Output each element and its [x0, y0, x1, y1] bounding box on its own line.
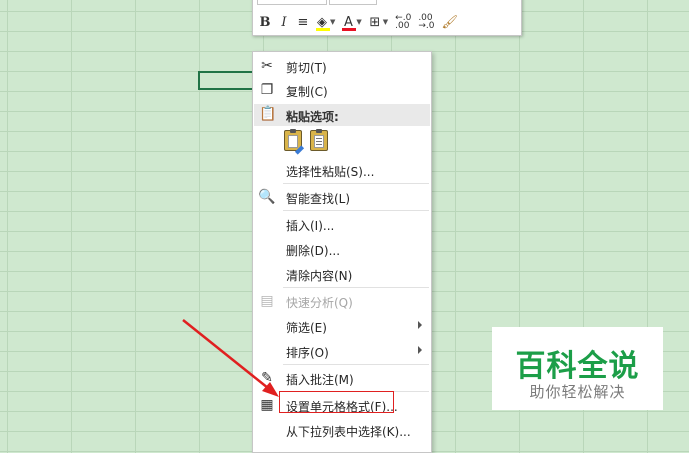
decrease-decimal-icon: .00 →.0 — [418, 13, 435, 31]
menu-item-label: 筛选(E) — [286, 321, 327, 335]
menu-item-sort[interactable]: 排序(O) — [253, 339, 431, 363]
magnifier-icon: 🔍 — [258, 189, 276, 205]
watermark-title: 百科全说 — [515, 349, 640, 384]
font-size-field[interactable] — [329, 0, 377, 5]
menu-item-label: 智能查找(L) — [286, 192, 351, 206]
paste-options-header: 📋 粘贴选项: — [254, 104, 430, 126]
menu-separator — [283, 364, 429, 365]
submenu-arrow-icon — [418, 321, 422, 329]
paper-shape — [288, 135, 298, 148]
menu-header-label: 粘贴选项: — [286, 110, 339, 124]
clipboard-icon: 📋 — [259, 106, 277, 122]
menu-item-insert-comment[interactable]: ✎ 插入批注(M) — [253, 366, 431, 390]
menu-item-copy[interactable]: ❐ 复制(C) — [253, 78, 431, 102]
decrease-decimal-button[interactable]: .00 →.0 — [418, 13, 434, 31]
menu-item-filter[interactable]: 筛选(E) — [253, 314, 431, 338]
menu-item-label: 删除(D)... — [286, 244, 341, 258]
menu-item-cut[interactable]: ✂ 剪切(T) — [253, 54, 431, 78]
paste-options-icons — [284, 129, 328, 155]
lines-shape — [316, 138, 322, 139]
paste-formatting-icon[interactable] — [284, 129, 305, 155]
align-center-button[interactable]: ≡ — [297, 13, 309, 31]
fill-color-button[interactable]: ◈ — [316, 13, 330, 31]
paper-shape — [314, 135, 324, 148]
menu-item-label: 复制(C) — [286, 85, 328, 99]
menu-item-clear-contents[interactable]: 清除内容(N) — [253, 262, 431, 286]
watermark-subtitle: 助你轻松解决 — [529, 383, 626, 401]
menu-item-label: 清除内容(N) — [286, 269, 353, 283]
copy-icon: ❐ — [260, 82, 274, 98]
borders-dropdown-icon[interactable]: ▼ — [383, 18, 388, 26]
selected-cell[interactable] — [198, 71, 254, 90]
menu-separator — [283, 210, 429, 211]
scissors-icon: ✂ — [261, 58, 273, 74]
menu-item-insert[interactable]: 插入(I)... — [253, 212, 431, 236]
format-cells-icon: ▦ — [260, 397, 274, 413]
submenu-arrow-icon — [418, 346, 422, 354]
menu-item-quick-analysis: ▤ 快速分析(Q) — [253, 289, 431, 313]
mini-toolbar: B I ≡ ◈ ▼ A ▼ ⊞ ▼ ←.0.00 .00 →.0 🖌 — [252, 0, 522, 36]
increase-decimal-button[interactable]: ←.0.00 — [395, 13, 411, 31]
fill-color-dropdown-icon[interactable]: ▼ — [330, 18, 335, 26]
font-color-dropdown-icon[interactable]: ▼ — [356, 18, 361, 26]
font-name-field[interactable] — [257, 0, 327, 5]
menu-item-smart-lookup[interactable]: 🔍 智能查找(L) — [253, 185, 431, 209]
font-color-bar — [342, 28, 357, 31]
italic-button[interactable]: I — [278, 13, 290, 31]
increase-decimal-icon: ←.0.00 — [395, 13, 412, 31]
quick-analysis-icon: ▤ — [260, 293, 274, 309]
menu-item-label: 插入批注(M) — [286, 373, 354, 387]
menu-item-delete[interactable]: 删除(D)... — [253, 237, 431, 261]
menu-item-paste-special[interactable]: 选择性粘贴(S)... — [253, 158, 431, 182]
menu-item-label: 选择性粘贴(S)... — [286, 165, 375, 179]
menu-item-label: 快速分析(Q) — [286, 296, 353, 310]
watermark: 百科全说 助你轻松解决 — [492, 327, 663, 410]
menu-item-label: 从下拉列表中选择(K)... — [286, 425, 411, 439]
format-painter-icon[interactable]: 🖌 — [441, 13, 458, 31]
comment-icon: ✎ — [261, 370, 273, 386]
mini-toolbar-fields — [257, 0, 457, 5]
font-color-button[interactable]: A — [342, 13, 357, 31]
menu-item-label: 排序(O) — [286, 346, 329, 360]
borders-icon[interactable]: ⊞ — [369, 13, 381, 31]
menu-separator — [283, 287, 429, 288]
menu-separator — [283, 183, 429, 184]
mini-toolbar-row: B I ≡ ◈ ▼ A ▼ ⊞ ▼ ←.0.00 .00 →.0 🖌 — [259, 13, 458, 31]
highlight-box — [279, 391, 394, 413]
menu-item-label: 插入(I)... — [286, 219, 335, 233]
menu-item-pick-from-list[interactable]: 从下拉列表中选择(K)... — [253, 418, 431, 442]
bold-button[interactable]: B — [259, 13, 271, 31]
menu-item-label: 剪切(T) — [286, 61, 327, 75]
paste-icon[interactable] — [310, 129, 328, 151]
fill-color-bar — [316, 28, 330, 31]
